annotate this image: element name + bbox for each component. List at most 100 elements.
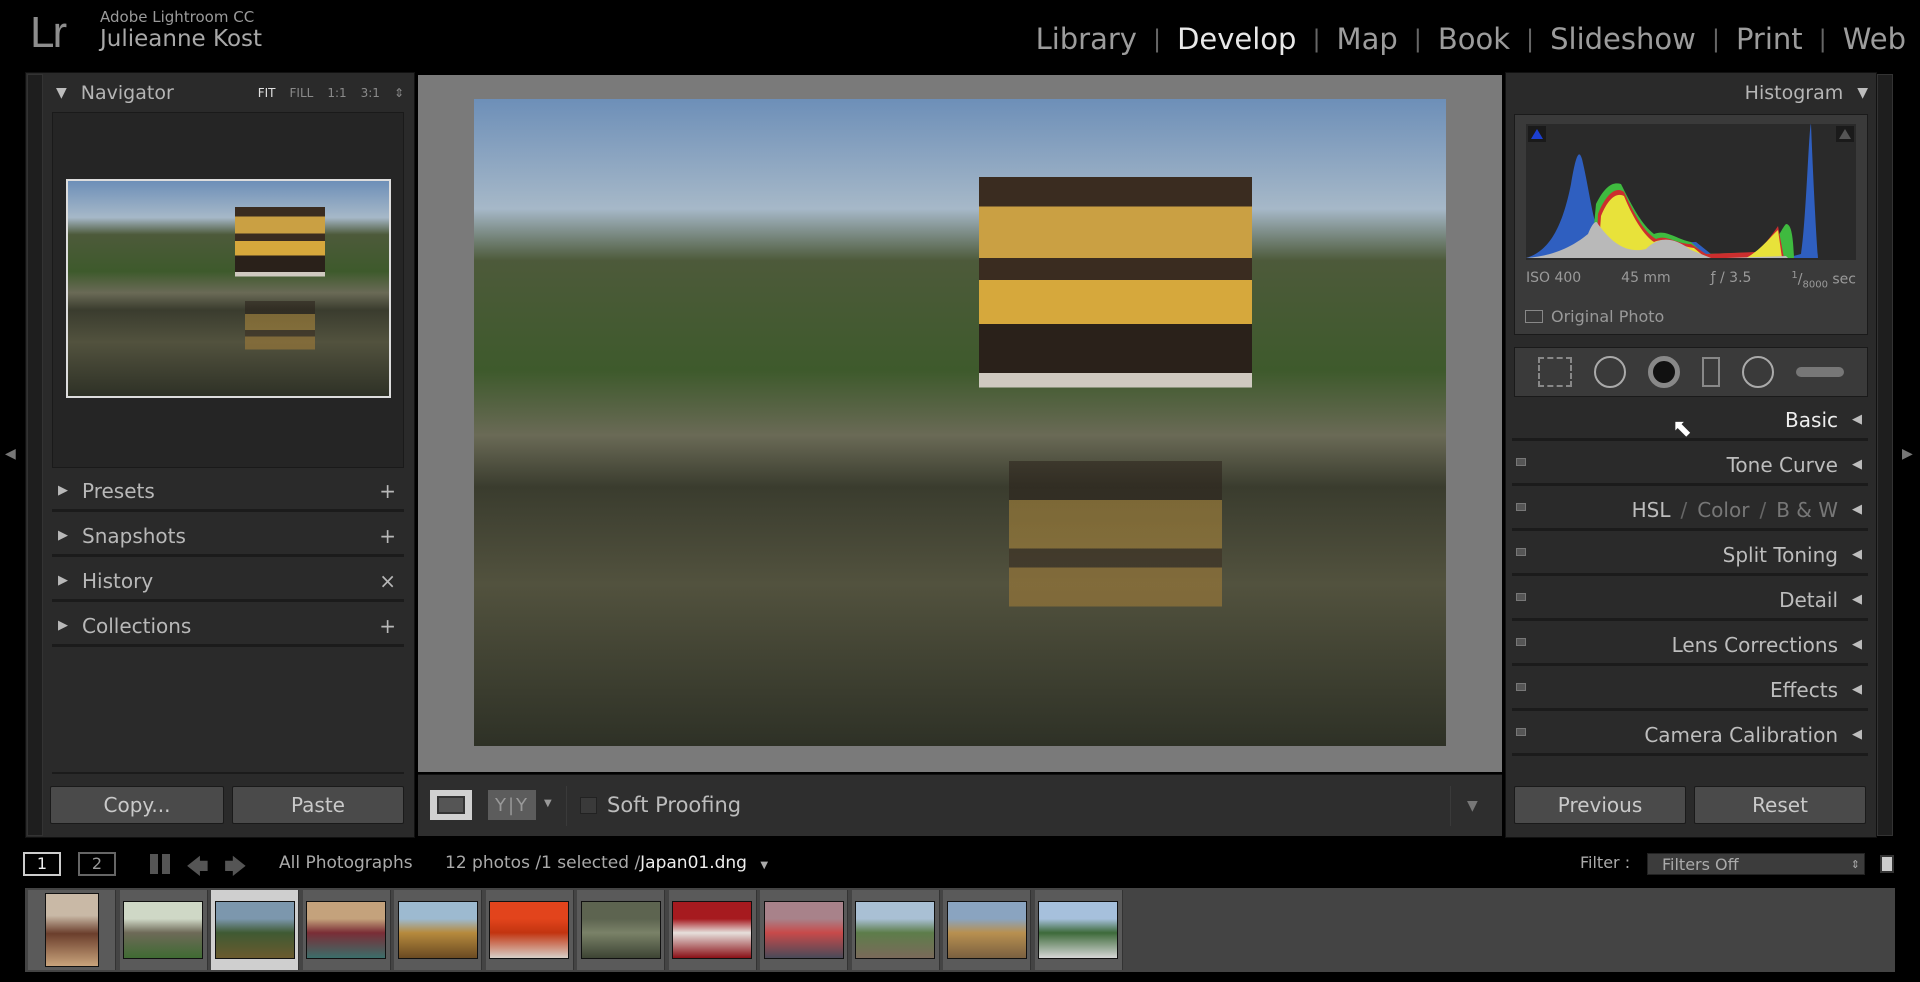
grid-view-icon[interactable] xyxy=(150,854,170,874)
zoom-fit[interactable]: FIT xyxy=(258,86,276,100)
filmstrip-thumbnail[interactable] xyxy=(489,901,569,959)
histogram-header[interactable]: Histogram ▼ xyxy=(1512,82,1868,104)
filmstrip-thumbnail[interactable] xyxy=(763,901,844,959)
panel-on-off-switch[interactable] xyxy=(1516,728,1526,736)
panel-on-off-switch[interactable] xyxy=(1516,503,1526,511)
panel-on-off-switch[interactable] xyxy=(1516,593,1526,601)
filmstrip-cell[interactable] xyxy=(943,890,1031,970)
panel-hsl[interactable]: HSL / Color / B & W ◀ xyxy=(1512,491,1868,531)
filmstrip-cell[interactable] xyxy=(302,890,391,970)
panel-on-off-switch[interactable] xyxy=(1516,638,1526,646)
left-panel-toggle-icon[interactable]: ◀ xyxy=(5,446,16,462)
original-photo-label[interactable]: Original Photo xyxy=(1551,307,1664,326)
filmstrip-cell[interactable] xyxy=(394,890,482,970)
module-book[interactable]: Book xyxy=(1438,22,1510,56)
bw-tab[interactable]: B & W xyxy=(1776,498,1838,522)
previous-button[interactable]: Previous xyxy=(1514,786,1686,824)
collapse-triangle-icon: ▼ xyxy=(56,85,67,101)
original-photo-checkbox[interactable] xyxy=(1525,310,1543,323)
collapse-triangle-icon: ▼ xyxy=(1857,85,1868,101)
filmstrip-thumbnail[interactable] xyxy=(946,901,1027,959)
module-library[interactable]: Library xyxy=(1036,22,1137,56)
filmstrip-cell[interactable] xyxy=(851,890,940,970)
secondary-monitor-button[interactable]: 2 xyxy=(78,852,116,876)
paste-button[interactable]: Paste xyxy=(232,786,404,824)
back-arrow-icon[interactable]: 🡄 xyxy=(186,850,209,888)
panel-history[interactable]: ▶ History × xyxy=(52,562,404,602)
panel-collections[interactable]: ▶ Collections + xyxy=(52,607,404,647)
module-slideshow[interactable]: Slideshow xyxy=(1550,22,1696,56)
histogram-graph[interactable] xyxy=(1526,124,1856,260)
reset-button[interactable]: Reset xyxy=(1694,786,1866,824)
module-web[interactable]: Web xyxy=(1843,22,1906,56)
filmstrip-cell[interactable] xyxy=(668,890,757,970)
add-icon[interactable]: + xyxy=(379,479,396,503)
add-icon[interactable]: + xyxy=(379,524,396,548)
filmstrip-thumbnail[interactable] xyxy=(44,893,99,967)
panel-on-off-switch[interactable] xyxy=(1516,683,1526,691)
filter-dropdown[interactable]: Filters Off ⇕ xyxy=(1647,853,1865,875)
soft-proofing-checkbox[interactable] xyxy=(580,797,597,814)
toolbar-separator xyxy=(566,786,567,826)
panel-label: Collections xyxy=(82,613,192,638)
expand-triangle-icon: ◀ xyxy=(1852,502,1862,517)
module-print[interactable]: Print xyxy=(1736,22,1803,56)
color-tab[interactable]: Color xyxy=(1697,498,1749,522)
clear-icon[interactable]: × xyxy=(379,569,396,593)
toolbar-menu-icon[interactable]: ▼ xyxy=(1467,798,1478,814)
forward-arrow-icon[interactable]: 🡆 xyxy=(224,850,247,888)
navigator-thumbnail[interactable] xyxy=(66,179,391,398)
red-eye-icon[interactable] xyxy=(1648,356,1680,388)
filmstrip-thumbnail[interactable] xyxy=(1038,901,1118,959)
zoom-3-1[interactable]: 3:1 xyxy=(361,86,380,100)
before-after-dropdown-icon[interactable]: ▼ xyxy=(544,798,552,809)
filmstrip-cell[interactable] xyxy=(119,890,208,970)
filmstrip-thumbnail[interactable] xyxy=(580,901,661,959)
graduated-filter-icon[interactable] xyxy=(1702,357,1720,387)
filmstrip-thumbnail[interactable] xyxy=(397,901,478,959)
loupe-view-button[interactable] xyxy=(430,790,472,820)
copy-button[interactable]: Copy... xyxy=(50,786,224,824)
filmstrip-thumbnail[interactable] xyxy=(855,901,935,959)
spot-removal-icon[interactable] xyxy=(1594,356,1626,388)
zoom-1-1[interactable]: 1:1 xyxy=(327,86,346,100)
adjustment-brush-icon[interactable] xyxy=(1796,367,1844,377)
right-panel-edge xyxy=(1877,74,1893,836)
main-photo[interactable] xyxy=(474,99,1446,746)
primary-monitor-button[interactable]: 1 xyxy=(23,852,61,876)
panel-camera-calibration[interactable]: Camera Calibration ◀ xyxy=(1512,716,1868,756)
filmstrip-cell[interactable] xyxy=(28,890,116,970)
radial-filter-icon[interactable] xyxy=(1742,356,1774,388)
filmstrip-thumbnail[interactable] xyxy=(306,901,386,959)
navigator-header[interactable]: ▼ Navigator FIT FILL 1:1 3:1 ⇕ xyxy=(56,82,404,104)
zoom-stepper-icon[interactable]: ⇕ xyxy=(394,86,404,100)
filmstrip-thumbnail[interactable] xyxy=(123,901,203,959)
filter-lock-icon[interactable] xyxy=(1880,855,1894,873)
panel-effects[interactable]: Effects ◀ xyxy=(1512,671,1868,711)
zoom-fill[interactable]: FILL xyxy=(290,86,314,100)
panel-detail[interactable]: Detail ◀ xyxy=(1512,581,1868,621)
module-map[interactable]: Map xyxy=(1337,22,1398,56)
panel-split-toning[interactable]: Split Toning ◀ xyxy=(1512,536,1868,576)
filmstrip-cell[interactable] xyxy=(760,890,848,970)
panel-presets[interactable]: ▶ Presets + xyxy=(52,472,404,512)
crop-overlay-icon[interactable] xyxy=(1538,357,1572,387)
panel-snapshots[interactable]: ▶ Snapshots + xyxy=(52,517,404,557)
filmstrip-cell[interactable] xyxy=(485,890,574,970)
filmstrip-selection-info[interactable]: 12 photos /1 selected /Japan01.dng ▼ xyxy=(445,853,768,873)
filmstrip-cell[interactable] xyxy=(1034,890,1123,970)
add-icon[interactable]: + xyxy=(379,614,396,638)
filmstrip-cell[interactable] xyxy=(211,890,299,970)
before-after-button[interactable]: Y|Y xyxy=(488,790,536,820)
filmstrip-thumbnail[interactable] xyxy=(214,901,295,959)
panel-tone-curve[interactable]: Tone Curve ◀ xyxy=(1512,446,1868,486)
module-develop[interactable]: Develop xyxy=(1177,22,1296,56)
soft-proofing-label[interactable]: Soft Proofing xyxy=(607,793,741,817)
filmstrip-source[interactable]: All Photographs xyxy=(279,853,413,873)
filmstrip-cell[interactable] xyxy=(577,890,665,970)
panel-lens-corrections[interactable]: Lens Corrections ◀ xyxy=(1512,626,1868,666)
panel-on-off-switch[interactable] xyxy=(1516,458,1526,466)
filmstrip-thumbnail[interactable] xyxy=(672,901,752,959)
right-panel-toggle-icon[interactable]: ▶ xyxy=(1902,446,1913,462)
panel-on-off-switch[interactable] xyxy=(1516,548,1526,556)
